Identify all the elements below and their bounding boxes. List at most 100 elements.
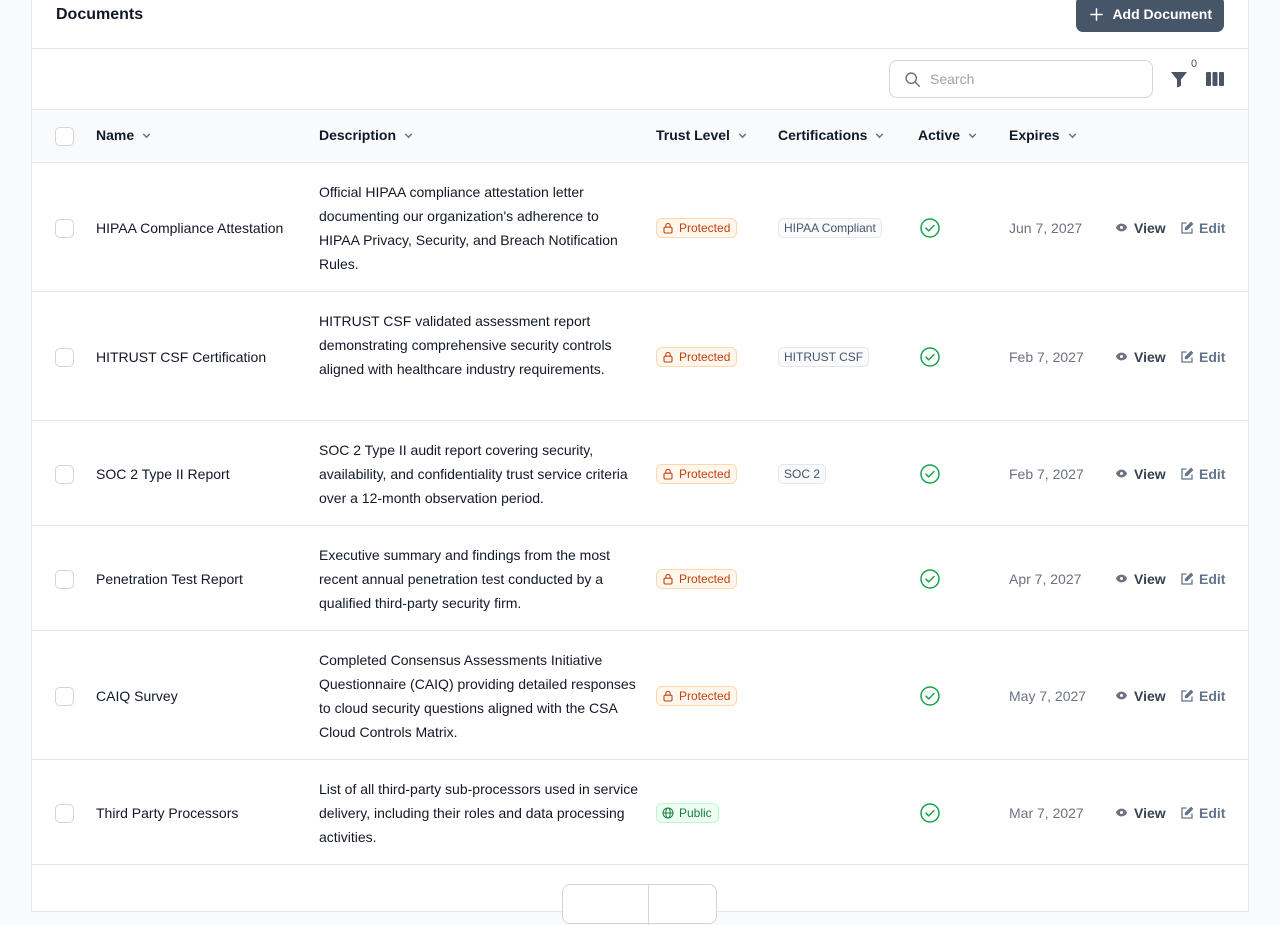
certification-badge: HITRUST CSF <box>778 346 870 367</box>
table-row: Third Party Processors List of all third-… <box>32 760 1248 865</box>
expires-date: Feb 7, 2027 <box>1009 348 1084 365</box>
globe-icon <box>662 807 674 818</box>
view-button[interactable]: View <box>1115 349 1166 365</box>
view-button[interactable]: View <box>1115 805 1166 821</box>
chevron-down-icon <box>968 132 977 138</box>
row-checkbox[interactable] <box>55 803 74 823</box>
document-name: CAIQ Survey <box>96 687 178 704</box>
document-name: HITRUST CSF Certification <box>96 348 267 365</box>
check-circle-icon <box>920 346 940 367</box>
column-header-description[interactable]: Description <box>319 127 415 143</box>
trust-level-badge: Public <box>656 802 719 823</box>
eye-icon <box>1115 223 1128 232</box>
expires-date: Feb 7, 2027 <box>1009 465 1084 482</box>
edit-button[interactable]: Edit <box>1180 805 1225 821</box>
column-header-active[interactable]: Active <box>918 127 979 143</box>
document-name: Penetration Test Report <box>96 570 243 587</box>
edit-button[interactable]: Edit <box>1180 349 1225 365</box>
add-document-label: Add Document <box>1112 6 1212 22</box>
trust-level-badge: Protected <box>656 346 738 367</box>
document-description: HITRUST CSF validated assessment report … <box>319 312 612 377</box>
lock-icon <box>663 690 673 702</box>
filter-count-badge: 0 <box>1189 58 1200 70</box>
document-name: Third Party Processors <box>96 804 239 821</box>
view-button[interactable]: View <box>1115 571 1166 587</box>
chevron-down-icon <box>404 132 413 138</box>
check-circle-icon <box>920 802 940 823</box>
eye-icon <box>1115 574 1128 583</box>
expires-date: May 7, 2027 <box>1009 687 1087 704</box>
edit-icon <box>1181 467 1194 480</box>
certification-badge: HIPAA Compliant <box>778 217 882 238</box>
search-input[interactable] <box>930 71 1130 87</box>
check-circle-icon <box>920 568 940 589</box>
document-name: SOC 2 Type II Report <box>96 465 230 482</box>
lock-icon <box>663 222 673 234</box>
row-checkbox[interactable] <box>55 569 74 589</box>
page-title: Documents <box>56 6 144 23</box>
documents-panel: Documents Add Document 0 Name Descriptio… <box>31 0 1249 925</box>
column-header-trust-level[interactable]: Trust Level <box>656 127 749 143</box>
row-checkbox[interactable] <box>55 686 74 706</box>
eye-icon <box>1115 808 1128 817</box>
check-circle-icon <box>920 217 940 238</box>
table-row: HIPAA Compliance Attestation Official HIP… <box>32 163 1248 292</box>
add-document-button[interactable]: Add Document <box>1076 0 1224 32</box>
expires-date: Mar 7, 2027 <box>1009 804 1084 821</box>
trust-level-badge: Protected <box>656 463 738 484</box>
expires-date: Apr 7, 2027 <box>1009 570 1082 587</box>
check-circle-icon <box>920 685 940 706</box>
edit-button[interactable]: Edit <box>1180 688 1225 704</box>
edit-icon <box>1181 350 1194 363</box>
chevron-down-icon <box>1068 132 1076 138</box>
table-row: HITRUST CSF Certification HITRUST CSF val… <box>32 292 1248 421</box>
trust-level-badge: Protected <box>656 217 738 238</box>
table-row: Penetration Test Report Executive summary… <box>32 526 1248 631</box>
lock-icon <box>663 468 673 480</box>
eye-icon <box>1115 469 1128 478</box>
edit-icon <box>1181 221 1194 234</box>
edit-icon <box>1181 572 1194 585</box>
view-button[interactable]: View <box>1115 688 1166 704</box>
panel-header: Documents Add Document <box>32 0 1248 49</box>
table-row: CAIQ Survey Completed Consensus Assessmen… <box>32 631 1248 760</box>
lock-icon <box>663 351 673 363</box>
column-header-name[interactable]: Name <box>96 127 153 143</box>
row-checkbox[interactable] <box>55 464 74 484</box>
chevron-down-icon <box>876 132 884 138</box>
edit-button[interactable]: Edit <box>1180 571 1225 587</box>
column-header-expires[interactable]: Expires <box>1009 127 1079 143</box>
lock-icon <box>663 573 673 585</box>
view-button[interactable]: View <box>1115 466 1166 482</box>
edit-icon <box>1181 806 1194 819</box>
document-description: List of all third-party sub-processors u… <box>319 780 639 845</box>
eye-icon <box>1115 691 1128 700</box>
view-button[interactable]: View <box>1115 220 1166 236</box>
table-header: Name Description Trust Level Certificati… <box>32 110 1248 163</box>
select-all-checkbox[interactable] <box>55 127 74 146</box>
filter-icon[interactable] <box>1169 69 1189 89</box>
table-row: SOC 2 Type II Report SOC 2 Type II audit … <box>32 421 1248 526</box>
columns-icon[interactable] <box>1205 70 1225 88</box>
expires-date: Jun 7, 2027 <box>1009 219 1083 236</box>
search-icon <box>905 71 921 87</box>
chevron-down-icon <box>142 132 151 138</box>
column-header-certifications[interactable]: Certifications <box>778 127 886 143</box>
check-circle-icon <box>920 463 940 484</box>
row-checkbox[interactable] <box>55 347 74 367</box>
search-box[interactable] <box>889 60 1153 98</box>
document-description: SOC 2 Type II audit report covering secu… <box>319 441 628 506</box>
table-toolbar: 0 <box>32 49 1248 110</box>
chevron-down-icon <box>738 132 747 138</box>
edit-button[interactable]: Edit <box>1180 220 1225 236</box>
edit-button[interactable]: Edit <box>1180 466 1225 482</box>
edit-icon <box>1181 689 1194 702</box>
pagination[interactable] <box>562 884 717 925</box>
document-name: HIPAA Compliance Attestation <box>96 219 284 236</box>
document-description: Executive summary and findings from the … <box>319 546 611 611</box>
document-description: Completed Consensus Assessments Initiati… <box>319 651 636 740</box>
row-checkbox[interactable] <box>55 218 74 238</box>
eye-icon <box>1115 352 1128 361</box>
document-description: Official HIPAA compliance attestation le… <box>319 183 618 272</box>
trust-level-badge: Protected <box>656 685 738 706</box>
